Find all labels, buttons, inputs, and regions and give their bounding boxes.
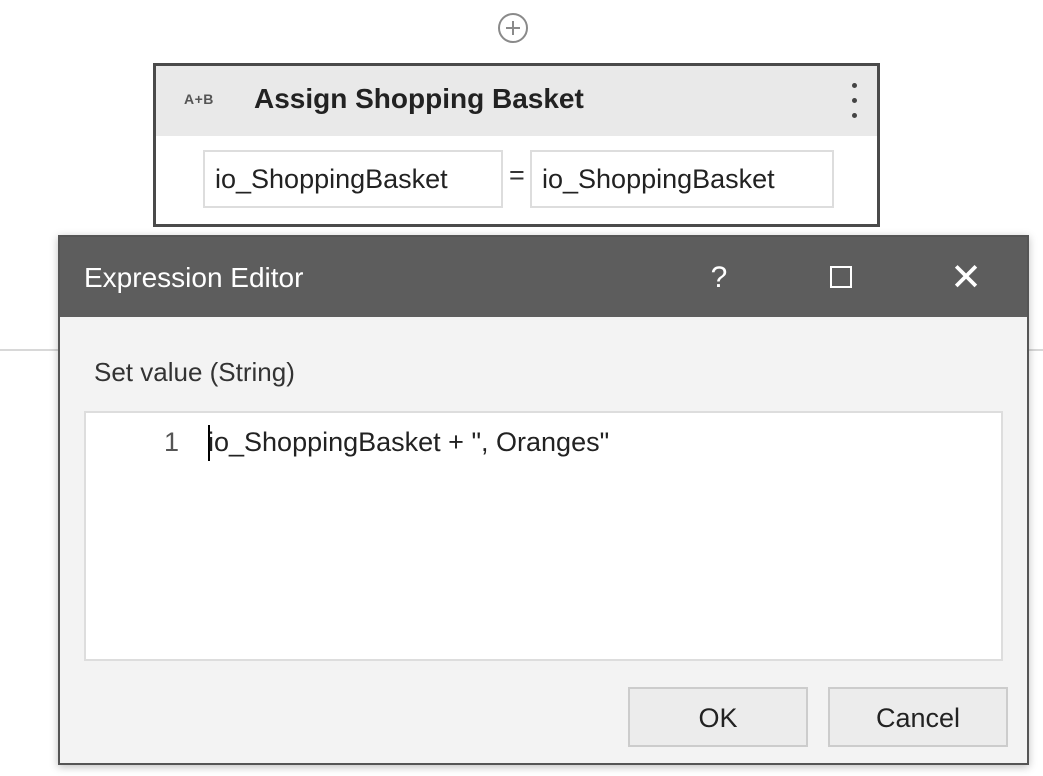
close-button[interactable]: ✕ bbox=[941, 253, 991, 303]
expression-code-editor[interactable]: 1 io_ShoppingBasket + ", Oranges" bbox=[84, 411, 1003, 661]
maximize-icon bbox=[830, 266, 852, 288]
assign-icon: A+B bbox=[184, 91, 214, 107]
assign-value-field[interactable]: io_ShoppingBasket bbox=[530, 150, 834, 208]
cancel-button[interactable]: Cancel bbox=[828, 687, 1008, 747]
maximize-button[interactable] bbox=[818, 253, 868, 303]
add-activity-icon[interactable] bbox=[498, 13, 528, 43]
assign-equals-sign: = bbox=[509, 160, 525, 190]
expression-editor-dialog: Expression Editor ? ✕ Set value (String)… bbox=[58, 235, 1029, 765]
help-button[interactable]: ? bbox=[694, 253, 744, 303]
dialog-titlebar[interactable]: Expression Editor ? ✕ bbox=[60, 237, 1027, 317]
dialog-title: Expression Editor bbox=[84, 262, 304, 293]
assign-to-field[interactable]: io_ShoppingBasket bbox=[203, 150, 503, 208]
assign-activity-header: A+B Assign Shopping Basket bbox=[156, 66, 877, 136]
assign-activity-title: Assign Shopping Basket bbox=[254, 83, 584, 114]
line-number: 1 bbox=[164, 427, 180, 457]
kebab-menu-icon[interactable] bbox=[847, 78, 863, 124]
set-value-label: Set value (String) bbox=[94, 357, 295, 387]
ok-button[interactable]: OK bbox=[628, 687, 808, 747]
code-line[interactable]: io_ShoppingBasket + ", Oranges" bbox=[208, 427, 609, 458]
assign-activity-card[interactable]: A+B Assign Shopping Basket io_ShoppingBa… bbox=[153, 63, 880, 227]
